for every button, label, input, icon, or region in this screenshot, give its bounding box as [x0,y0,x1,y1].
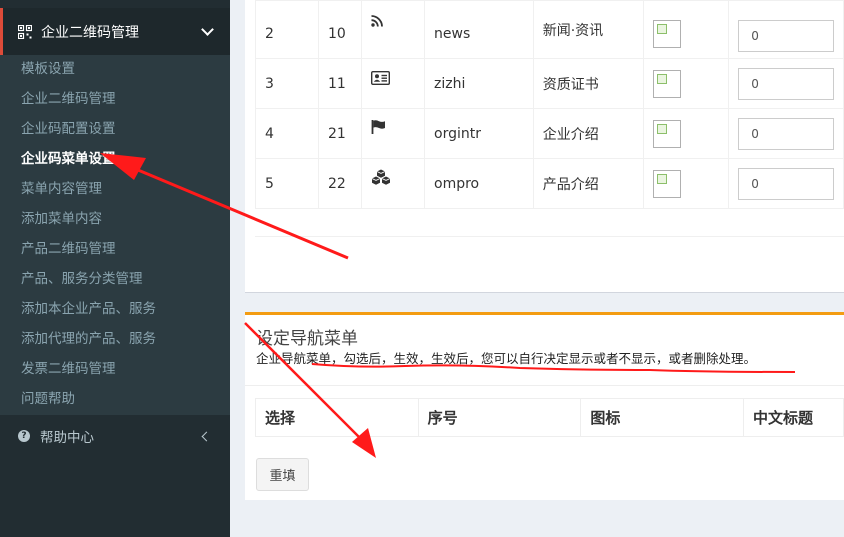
row-name: 新闻·资讯 [532,0,645,59]
chevron-down-icon [201,23,214,36]
cubes-icon [371,169,391,189]
row-code: zizhi [424,58,534,109]
table-bottom-divider [255,236,844,237]
sort-order-input[interactable] [738,19,835,52]
row-name: 产品介绍 [532,158,645,209]
sidebar-item-product-qr[interactable]: 产品二维码管理 [0,235,230,265]
row-sort-cell [728,108,844,159]
section-description: 企业导航菜单，勾选后，生效，生效后，您可以自行决定显示或者不显示，或者删除处理。 [256,351,757,366]
sort-order-input[interactable] [738,117,835,150]
id-card-icon [370,70,390,89]
row-icon-cell [360,0,426,59]
row-id: 11 [317,58,362,109]
row-code: orgintr [424,108,534,159]
sidebar-menu-label: 企业二维码管理 [41,24,139,41]
table-row: 4 21 orgintr 企业介绍 [255,108,844,159]
sidebar-item-qr-menu-settings[interactable]: 企业码菜单设置 [0,145,230,175]
broken-image-icon [653,119,682,148]
row-image-cell [643,108,730,159]
broken-image-icon [653,19,682,48]
flag-icon [371,120,386,138]
row-icon-cell [360,58,426,109]
row-name: 资质证书 [532,58,645,109]
sidebar-menu-qr-management[interactable]: 企业二维码管理 [0,8,230,55]
table-row: 5 22 ompro 产品介绍 [255,158,844,209]
chevron-left-icon [201,431,212,441]
nav-menu-table: 选择 序号 图标 中文标题 [255,398,844,437]
row-sort-cell [728,58,844,109]
table-header-row: 选择 序号 图标 中文标题 [255,398,844,437]
row-sort-cell [728,0,844,59]
row-id: 10 [317,0,362,59]
row-index: 3 [255,58,319,109]
qrcode-icon [17,24,33,39]
column-header-select: 选择 [255,398,419,437]
row-icon-cell [360,158,426,209]
broken-image-icon [653,169,682,198]
row-code: news [424,0,534,59]
row-sort-cell [728,158,844,209]
row-image-cell [643,0,730,59]
page-title: 设定导航菜单 [256,329,358,349]
column-header-icon: 图标 [580,398,745,437]
sidebar-item-add-agent-product[interactable]: 添加代理的产品、服务 [0,325,230,355]
sidebar-item-template-settings[interactable]: 模板设置 [0,55,230,85]
sidebar: 企业二维码管理 模板设置 企业二维码管理 企业码配置设置 企业码菜单设置 菜单内… [0,0,230,537]
column-header-chinese-title: 中文标题 [743,398,844,437]
menu-table: 2 10 news 新闻·资讯 3 11 [255,0,844,209]
row-code: ompro [424,158,534,209]
help-center-label: 帮助中心 [40,430,94,446]
sidebar-item-menu-content[interactable]: 菜单内容管理 [0,175,230,205]
sidebar-item-add-menu-content[interactable]: 添加菜单内容 [0,205,230,235]
row-index: 2 [255,0,319,59]
reset-button[interactable]: 重填 [256,458,309,491]
sort-order-input[interactable] [738,67,835,100]
table-row: 3 11 zizhi 资质证书 [255,58,844,109]
sidebar-item-category-management[interactable]: 产品、服务分类管理 [0,265,230,295]
table-row: 2 10 news 新闻·资讯 [255,0,844,59]
row-image-cell [643,58,730,109]
question-circle-icon: ? [18,430,30,442]
divider [245,385,844,386]
row-index: 5 [255,158,319,209]
rss-icon [371,15,383,31]
sidebar-item-invoice-qr[interactable]: 发票二维码管理 [0,355,230,385]
sidebar-item-add-own-product[interactable]: 添加本企业产品、服务 [0,295,230,325]
column-header-index: 序号 [417,398,582,437]
nav-menu-card: 设定导航菜单 企业导航菜单，勾选后，生效，生效后，您可以自行决定显示或者不显示，… [245,312,844,500]
row-id: 21 [317,108,362,159]
row-image-cell [643,158,730,209]
row-name: 企业介绍 [532,108,645,159]
broken-image-icon [653,69,682,98]
menu-table-card: 2 10 news 新闻·资讯 3 11 [245,0,844,293]
sidebar-item-faq[interactable]: 问题帮助 [0,385,230,415]
sidebar-submenu: 模板设置 企业二维码管理 企业码配置设置 企业码菜单设置 菜单内容管理 添加菜单… [0,55,230,415]
row-index: 4 [255,108,319,159]
sidebar-item-qr-config[interactable]: 企业码配置设置 [0,115,230,145]
sidebar-menu-help-center[interactable]: ? 帮助中心 [0,420,230,452]
row-icon-cell [360,108,426,159]
sidebar-item-qr-management[interactable]: 企业二维码管理 [0,85,230,115]
sort-order-input[interactable] [738,167,835,200]
row-id: 22 [317,158,362,209]
